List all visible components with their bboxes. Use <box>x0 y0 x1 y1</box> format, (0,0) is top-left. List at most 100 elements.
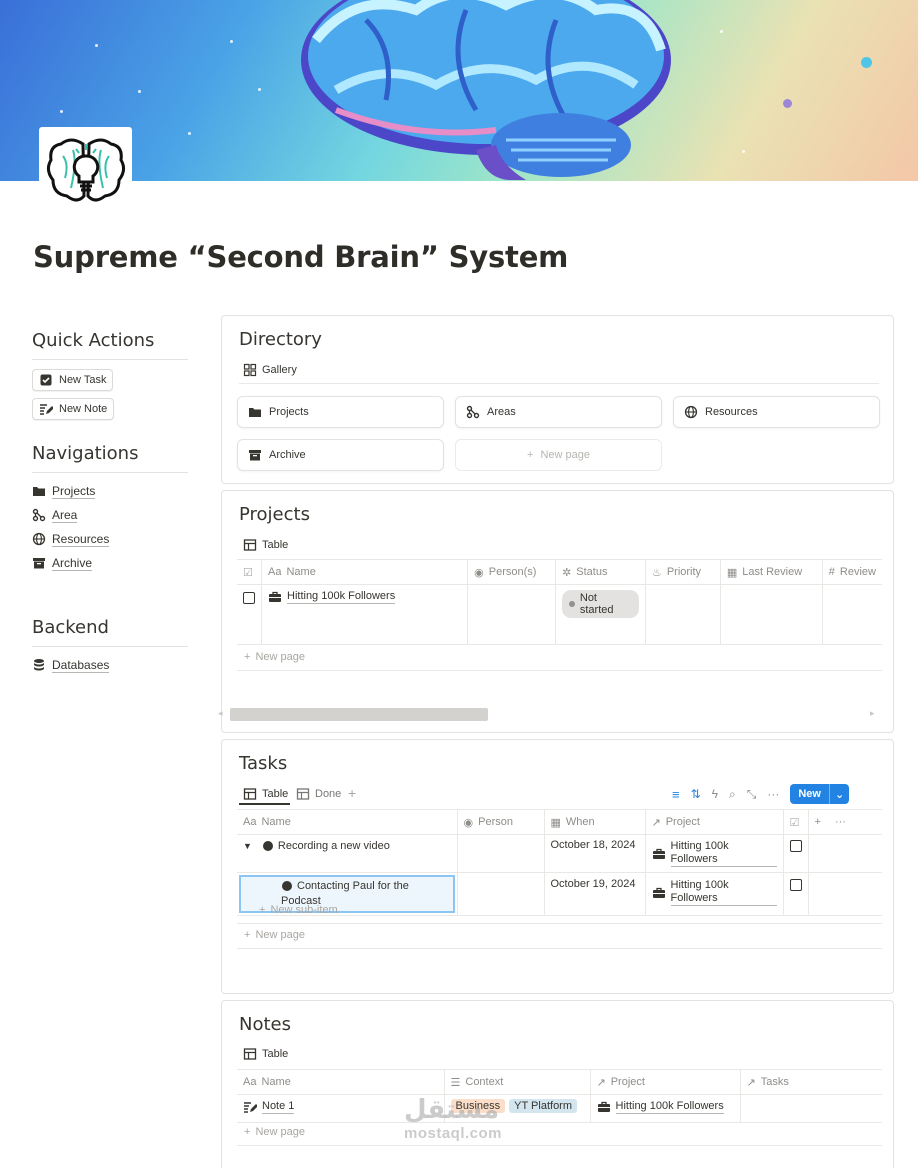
project-link[interactable]: Hitting 100k Followers <box>670 840 777 867</box>
column-header-when[interactable]: ▦ When <box>544 809 646 835</box>
plus-icon: + <box>259 904 266 916</box>
nav-item-projects[interactable]: Projects <box>32 479 188 503</box>
done-checkbox[interactable] <box>789 840 802 852</box>
gallery-item-areas[interactable]: Areas <box>455 396 662 428</box>
nav-item-databases[interactable]: Databases <box>32 653 188 677</box>
scroll-right-icon[interactable]: ▸ <box>870 708 875 719</box>
tab-done-label: Done <box>315 788 342 800</box>
more-options-icon[interactable]: ··· <box>767 787 779 801</box>
automation-bolt-icon[interactable]: ϟ <box>712 787 718 801</box>
column-header-persons[interactable]: ◉ Person(s) <box>467 559 557 585</box>
gallery-item-resources[interactable]: Resources <box>673 396 880 428</box>
chevron-down-icon[interactable]: ⌄ <box>828 784 849 804</box>
person-cell[interactable] <box>457 872 545 916</box>
note-name[interactable]: Note 1 <box>262 1100 295 1114</box>
new-task-dropdown-button[interactable]: New ⌄ <box>790 784 850 804</box>
nav-item-resources[interactable]: Resources <box>32 527 188 551</box>
notes-title[interactable]: Notes <box>239 1014 291 1035</box>
when-cell[interactable]: October 19, 2024 <box>544 872 646 916</box>
persons-cell[interactable] <box>467 584 557 645</box>
add-property-plus-icon[interactable]: + <box>815 816 821 828</box>
tab-table-label: Table <box>262 539 289 551</box>
new-page-label: New page <box>255 651 305 663</box>
new-task-button[interactable]: New Task <box>32 369 114 391</box>
project-link[interactable]: Hitting 100k Followers <box>670 879 777 906</box>
tab-gallery[interactable]: Gallery <box>243 363 297 377</box>
last-review-cell[interactable] <box>720 584 823 645</box>
expand-icon[interactable]: ⤡ <box>747 787 757 802</box>
quick-actions-heading: Quick Actions <box>32 330 188 360</box>
new-sub-item-button[interactable]: + New sub-item <box>259 904 338 916</box>
scroll-left-icon[interactable]: ◂ <box>218 708 223 719</box>
context-tag: YT Platform <box>509 1099 578 1113</box>
column-header-priority[interactable]: ♨ Priority <box>645 559 721 585</box>
plus-icon: + <box>244 651 251 663</box>
nav-item-archive[interactable]: Archive <box>32 551 188 575</box>
sort-icon[interactable]: ⇅ <box>691 787 701 801</box>
column-header-last-review[interactable]: ▦ Last Review <box>720 559 823 585</box>
more-options-icon[interactable]: ··· <box>835 816 846 828</box>
when-cell[interactable]: October 18, 2024 <box>544 834 646 873</box>
person-cell[interactable] <box>457 834 545 873</box>
add-view-plus-icon[interactable]: + <box>348 785 356 801</box>
nav-item-area[interactable]: Area <box>32 503 188 527</box>
projects-new-page-button[interactable]: + New page <box>244 651 305 663</box>
notes-new-page-button[interactable]: + New page <box>244 1126 305 1138</box>
status-badge[interactable]: Not started <box>562 590 639 618</box>
done-checkbox[interactable] <box>789 879 802 891</box>
table-row[interactable]: ▼ Recording a new video October 18, 2024 … <box>237 834 882 873</box>
cover-image <box>0 0 918 181</box>
flame-icon: ♨ <box>651 566 662 579</box>
toggle-caret-down-icon[interactable]: ▼ <box>243 841 252 851</box>
globe-icon <box>684 405 698 419</box>
left-column: Quick Actions New Task New Note Navigati… <box>32 330 188 677</box>
table-row[interactable]: Note 1 Business YT Platform Hitting 100k … <box>237 1094 882 1123</box>
column-header-name[interactable]: Aa Name <box>237 1069 445 1095</box>
search-icon[interactable]: ⌕ <box>729 787 736 802</box>
project-link[interactable]: Hitting 100k Followers <box>615 1100 724 1114</box>
column-header-project[interactable]: ↗ Project <box>590 1069 741 1095</box>
tab-table[interactable]: Table <box>243 1047 288 1061</box>
priority-cell[interactable] <box>645 584 721 645</box>
column-header-status[interactable]: ✲ Status <box>555 559 646 585</box>
row-checkbox[interactable] <box>243 592 255 604</box>
column-header-name[interactable]: Aa Name <box>261 559 469 585</box>
table-row[interactable]: Hitting 100k Followers Not started <box>237 584 882 645</box>
tab-table[interactable]: Table <box>243 538 288 552</box>
briefcase-icon <box>597 1101 610 1112</box>
task-name[interactable]: Recording a new video <box>278 840 390 852</box>
column-header-context[interactable]: ☰ Context <box>444 1069 591 1095</box>
gallery-item-projects[interactable]: Projects <box>237 396 444 428</box>
filter-icon[interactable]: ≡ <box>672 787 680 802</box>
column-label: Tasks <box>760 1076 789 1088</box>
horizontal-scrollbar[interactable] <box>230 708 488 721</box>
plus-icon: + <box>244 1126 251 1138</box>
column-header-done-checkbox[interactable]: ☑ <box>783 809 809 835</box>
table-icon <box>243 788 257 800</box>
tab-done[interactable]: Done <box>296 787 341 801</box>
column-header-review[interactable]: # Review <box>822 559 882 585</box>
gallery-new-page-button[interactable]: + New page <box>455 439 662 471</box>
column-label: Name <box>261 1076 291 1088</box>
project-name[interactable]: Hitting 100k Followers <box>287 590 396 604</box>
column-header-checkbox[interactable]: ☑ <box>237 559 262 585</box>
tasks-new-page-button[interactable]: + New page <box>244 929 305 941</box>
text-type-icon: Aa <box>243 1076 257 1088</box>
projects-title[interactable]: Projects <box>239 504 310 525</box>
tasks-cell[interactable] <box>740 1094 882 1123</box>
gallery-item-archive[interactable]: Archive <box>237 439 444 471</box>
column-header-tasks[interactable]: ↗ Tasks <box>740 1069 882 1095</box>
directory-title[interactable]: Directory <box>239 329 322 350</box>
new-note-button[interactable]: New Note <box>32 398 115 420</box>
tab-table[interactable]: Table <box>243 787 288 801</box>
page-icon-brain-lightbulb[interactable] <box>39 127 132 213</box>
nodes-icon <box>466 405 480 419</box>
column-header-person[interactable]: ◉ Person <box>457 809 545 835</box>
tasks-title[interactable]: Tasks <box>239 753 287 774</box>
review-cell[interactable] <box>822 584 882 645</box>
column-header-name[interactable]: Aa Name <box>237 809 458 835</box>
column-header-project[interactable]: ↗ Project <box>645 809 784 835</box>
nav-item-label: Resources <box>52 531 110 547</box>
nav-item-label: Projects <box>52 483 96 499</box>
column-label: Context <box>465 1076 504 1088</box>
